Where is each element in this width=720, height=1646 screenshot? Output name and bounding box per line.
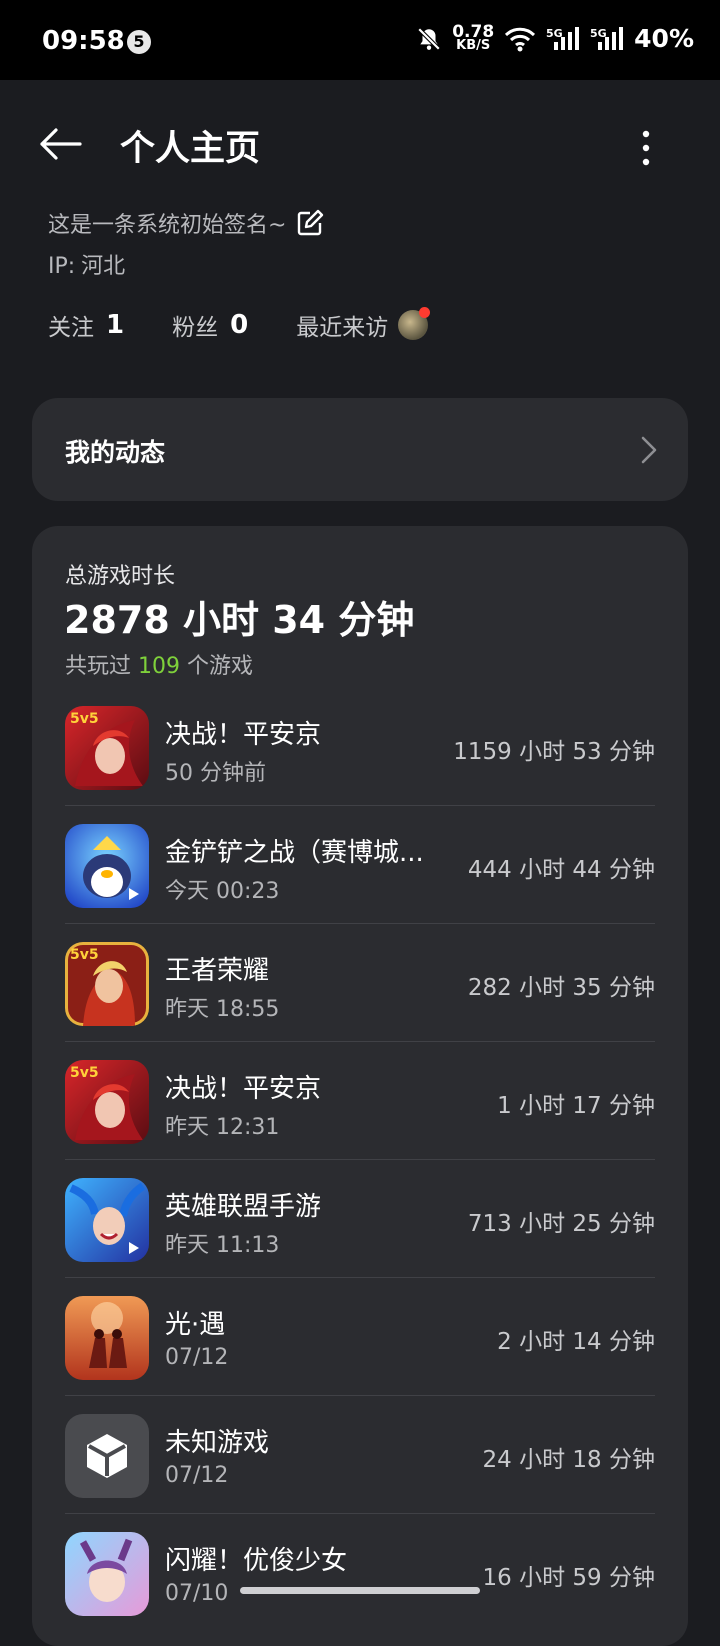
game-last-played: 昨天 18:55 xyxy=(165,997,280,1022)
chevron-right-icon xyxy=(641,436,657,464)
following-stat[interactable]: 关注 1 xyxy=(48,308,124,342)
list-item[interactable]: 未知游戏 07/12 24 小时 18 分钟 xyxy=(65,1396,655,1514)
edit-icon[interactable] xyxy=(296,209,324,237)
back-button[interactable] xyxy=(36,124,86,164)
signal-5g-icon: 5G xyxy=(590,26,624,50)
app-header: 个人主页 xyxy=(0,80,720,200)
unread-dot xyxy=(419,307,431,318)
game-last-played: 昨天 11:13 xyxy=(165,1233,280,1258)
total-playtime-label: 总游戏时长 xyxy=(65,564,176,589)
bell-off-icon xyxy=(417,27,441,50)
game-name: 金铲铲之战（赛博城... xyxy=(165,838,424,868)
golden-spatula-icon xyxy=(65,824,149,908)
signature-text: 这是一条系统初始签名~ xyxy=(48,213,287,238)
game-duration: 1 小时 17 分钟 xyxy=(497,1093,655,1119)
signal-5g-icon: 5G xyxy=(546,26,580,50)
status-bar: 09:58 5 0.78 KB/S 5G 5G 40% xyxy=(0,0,720,80)
onmyoji-arena-icon: 5v5 xyxy=(65,706,149,790)
home-indicator[interactable] xyxy=(240,1587,480,1594)
played-prefix: 共玩过 xyxy=(65,654,132,679)
ip-value: 河北 xyxy=(81,254,126,279)
notification-count-badge: 5 xyxy=(127,30,151,54)
svg-text:5v5: 5v5 xyxy=(70,947,99,963)
game-duration: 713 小时 25 分钟 xyxy=(467,1211,655,1237)
game-duration: 282 小时 35 分钟 xyxy=(467,975,655,1001)
game-name: 王者荣耀 xyxy=(165,956,270,986)
profile-signature[interactable]: 这是一条系统初始签名~ xyxy=(48,207,324,239)
sky-icon xyxy=(65,1296,149,1380)
ip-label: IP: xyxy=(48,254,76,279)
game-last-played: 今天 00:23 xyxy=(165,879,280,904)
league-wild-rift-icon xyxy=(65,1178,149,1262)
recent-visitors[interactable]: 最近来访 xyxy=(296,307,431,342)
svg-text:5G: 5G xyxy=(590,27,607,40)
ip-location: IP: 河北 xyxy=(48,248,125,280)
svg-text:5G: 5G xyxy=(546,27,563,40)
more-vertical-icon xyxy=(642,130,650,166)
arrow-left-icon xyxy=(40,128,82,160)
game-duration: 24 小时 18 分钟 xyxy=(482,1447,655,1473)
game-name: 闪耀！优俊少女 xyxy=(165,1546,348,1576)
game-list: 5v5 决战！平安京 50 分钟前 1159 小时 53 分钟 金铲铲之战（赛博… xyxy=(65,688,655,1631)
battery-level: 40% xyxy=(634,24,694,53)
game-name: 英雄联盟手游 xyxy=(165,1192,322,1222)
game-last-played: 昨天 12:31 xyxy=(165,1115,280,1140)
games-played-summary: 共玩过 109 个游戏 xyxy=(65,648,253,680)
svg-text:5v5: 5v5 xyxy=(70,711,99,727)
fans-count: 0 xyxy=(230,310,249,340)
game-duration: 444 小时 44 分钟 xyxy=(467,857,655,883)
list-item[interactable]: 5v5 决战！平安京 昨天 12:31 1 小时 17 分钟 xyxy=(65,1042,655,1160)
list-item[interactable]: 5v5 决战！平安京 50 分钟前 1159 小时 53 分钟 xyxy=(65,688,655,806)
game-last-played: 07/12 xyxy=(165,1463,229,1488)
my-dynamics-label: 我的动态 xyxy=(65,438,166,467)
my-dynamics-entry[interactable]: 我的动态 xyxy=(32,398,688,501)
onmyoji-arena-icon: 5v5 xyxy=(65,1060,149,1144)
played-suffix: 个游戏 xyxy=(187,654,254,679)
list-item[interactable]: 金铲铲之战（赛博城... 今天 00:23 444 小时 44 分钟 xyxy=(65,806,655,924)
game-duration: 2 小时 14 分钟 xyxy=(497,1329,655,1355)
total-playtime-value: 2878 小时 34 分钟 xyxy=(64,598,415,642)
list-item[interactable]: 闪耀！优俊少女 07/10 16 小时 59 分钟 xyxy=(65,1514,655,1631)
following-label: 关注 xyxy=(48,315,94,341)
network-speed: 0.78 KB/S xyxy=(452,23,494,53)
fans-label: 粉丝 xyxy=(172,315,219,341)
page-title: 个人主页 xyxy=(120,129,261,169)
game-last-played: 50 分钟前 xyxy=(165,761,266,786)
recent-visitors-label: 最近来访 xyxy=(296,315,389,341)
played-count: 109 xyxy=(138,654,181,679)
network-speed-unit: KB/S xyxy=(456,37,491,53)
game-name: 决战！平安京 xyxy=(165,1074,322,1104)
game-duration: 1159 小时 53 分钟 xyxy=(453,739,655,765)
umamusume-icon xyxy=(65,1532,149,1616)
profile-stats: 关注 1 粉丝 0 最近来访 xyxy=(48,307,476,342)
game-time-card: 总游戏时长 2878 小时 34 分钟 共玩过 109 个游戏 5v5 决战！平… xyxy=(32,526,688,1646)
fans-stat[interactable]: 粉丝 0 xyxy=(172,308,248,342)
more-options-button[interactable] xyxy=(638,128,654,168)
game-last-played: 07/10 xyxy=(165,1581,229,1606)
unknown-game-icon xyxy=(65,1414,149,1498)
wifi-icon xyxy=(505,27,536,51)
following-count: 1 xyxy=(106,310,125,340)
status-time: 09:58 xyxy=(42,26,125,56)
list-item[interactable]: 英雄联盟手游 昨天 11:13 713 小时 25 分钟 xyxy=(65,1160,655,1278)
avatar xyxy=(398,307,431,340)
game-last-played: 07/12 xyxy=(165,1345,229,1370)
game-name: 未知游戏 xyxy=(165,1428,270,1458)
list-item[interactable]: 光·遇 07/12 2 小时 14 分钟 xyxy=(65,1278,655,1396)
game-duration: 16 小时 59 分钟 xyxy=(482,1565,655,1591)
game-name: 决战！平安京 xyxy=(165,720,322,750)
list-item[interactable]: 5v5 王者荣耀 昨天 18:55 282 小时 35 分钟 xyxy=(65,924,655,1042)
game-name: 光·遇 xyxy=(165,1310,226,1340)
honor-of-kings-icon: 5v5 xyxy=(65,942,149,1026)
status-icons: 0.78 KB/S 5G 5G 40% xyxy=(416,23,694,53)
svg-text:5v5: 5v5 xyxy=(70,1065,99,1081)
